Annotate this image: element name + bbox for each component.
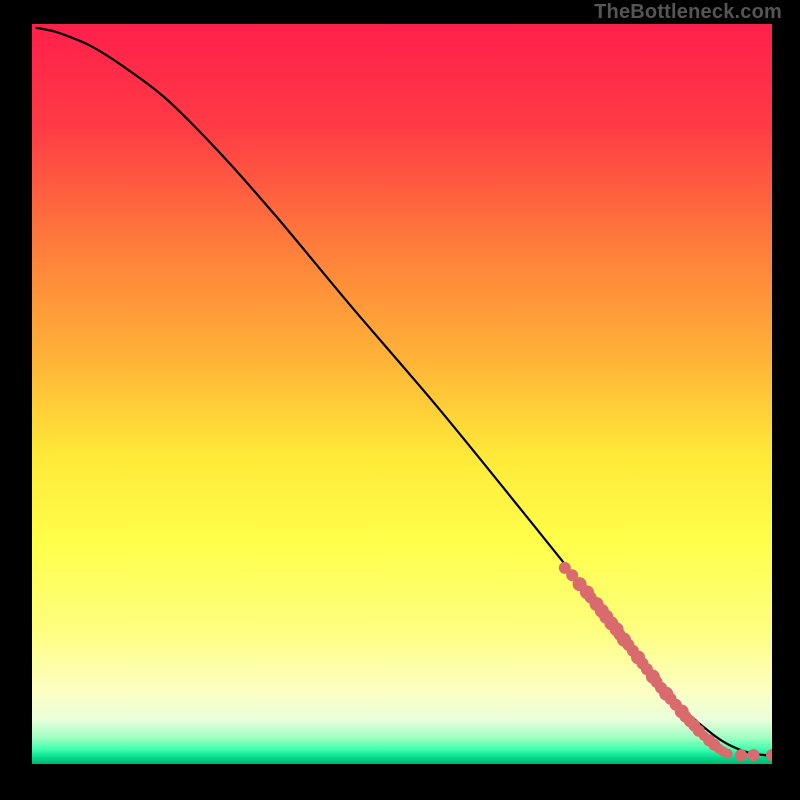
- watermark-text: TheBottleneck.com: [594, 1, 782, 24]
- chart-root: TheBottleneck.com: [0, 0, 800, 800]
- data-point: [723, 749, 733, 759]
- plot-area: [32, 24, 772, 764]
- heat-background: [32, 24, 772, 764]
- data-point: [748, 749, 760, 761]
- data-point: [735, 749, 747, 761]
- chart-svg: [32, 24, 772, 764]
